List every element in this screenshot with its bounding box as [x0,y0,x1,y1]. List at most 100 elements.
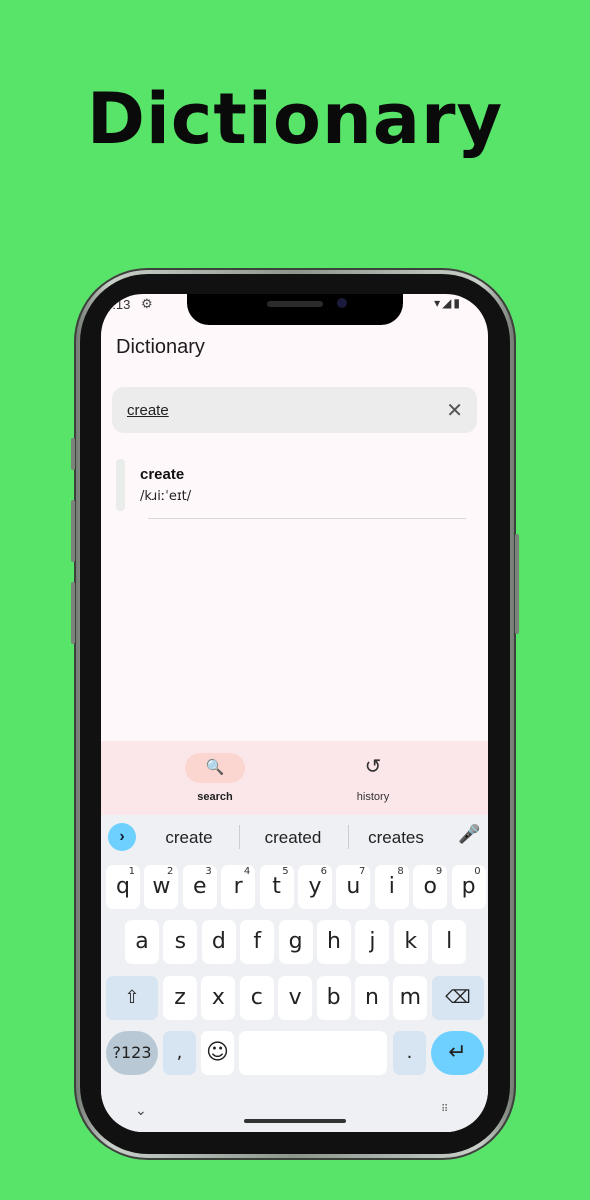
nav-label-search: search [197,791,233,803]
key-label: i [388,874,395,899]
search-input[interactable]: create ✕ [112,387,477,433]
key-hint: 3 [205,866,212,877]
history-icon: ↺ [364,756,382,778]
suggestion-chip[interactable]: created [243,828,343,848]
key-x[interactable]: x [201,976,236,1020]
chevron-right-icon[interactable]: › [108,823,136,851]
key-s[interactable]: s [163,920,198,964]
microphone-icon[interactable]: 🎤 [458,824,480,845]
keyboard-switch-icon[interactable]: ⠿ [441,1104,448,1115]
symbols-key[interactable]: ?123 [106,1031,158,1075]
promo-title: Dictionary [86,78,504,160]
chevron-down-icon[interactable]: ⌄ [135,1102,147,1119]
key-t[interactable]: t5 [259,865,294,909]
divider [148,518,466,519]
comma-key[interactable]: , [163,1031,196,1075]
status-time: 3:13 [105,297,131,312]
key-hint: 1 [128,866,135,877]
close-icon[interactable]: ✕ [446,398,463,423]
emoji-icon: ☺ [206,1040,229,1065]
phone-power-button [515,534,519,634]
key-l[interactable]: l [432,920,467,964]
key-a[interactable]: a [125,920,159,964]
enter-icon: ↵ [448,1040,467,1065]
key-label: m [399,985,422,1010]
front-camera-icon [337,298,347,308]
key-label: c [250,985,263,1010]
key-label: k [404,929,418,954]
phone-side-button [71,582,75,644]
key-n[interactable]: n [355,976,389,1020]
key-label: v [288,985,302,1010]
status-icons: ▾◢▮ [434,296,462,310]
key-hint: 5 [282,866,289,877]
notch [187,294,403,325]
suggestion-chip[interactable]: creates [346,828,446,848]
backspace-icon: ⌫ [445,987,471,1008]
key-y[interactable]: y6 [298,865,332,909]
key-o[interactable]: o9 [413,865,448,909]
nav-item-history[interactable]: ↺ history [313,741,433,815]
key-j[interactable]: j [355,920,390,964]
bottom-navigation: 🔍 search ↺ history [101,741,488,815]
key-hint: 8 [397,866,404,877]
key-m[interactable]: m [393,976,428,1020]
speaker-grille [267,301,323,307]
result-word[interactable]: create [140,466,184,483]
key-hint: 9 [435,866,443,877]
key-e[interactable]: e3 [182,865,217,909]
space-key[interactable] [239,1031,387,1075]
key-label: j [369,929,376,954]
nav-item-search[interactable]: 🔍 search [155,741,275,815]
soft-keyboard: › create created creates 🎤 q1w2e3r4t5y6u… [101,815,488,1132]
key-hint: 7 [359,866,366,877]
key-c[interactable]: c [239,976,274,1020]
enter-key[interactable]: ↵ [431,1031,484,1075]
phone-side-button [71,500,75,562]
key-label: r [233,874,243,899]
key-label: s [174,929,187,954]
result-phonetic: /kɹiːˈeɪt/ [140,489,192,504]
key-i[interactable]: i8 [374,865,409,909]
key-h[interactable]: h [317,920,351,964]
shift-key[interactable]: ⇧ [106,976,158,1020]
key-u[interactable]: u7 [336,865,371,909]
key-label: a [135,929,149,954]
key-z[interactable]: z [163,976,197,1020]
key-f[interactable]: f [240,920,275,964]
key-label: h [327,929,341,954]
key-d[interactable]: d [201,920,236,964]
key-r[interactable]: r4 [221,865,256,909]
key-label: d [211,929,226,954]
key-p[interactable]: p0 [451,865,486,909]
key-label: n [365,985,379,1010]
key-g[interactable]: g [278,920,313,964]
app-title: Dictionary [116,336,205,358]
backspace-key[interactable]: ⌫ [432,976,484,1020]
key-label: b [326,985,341,1010]
list-item[interactable]: create /kɹiːˈeɪt/ [116,459,466,519]
key-label: l [446,929,453,954]
key-hint: 4 [243,866,251,877]
key-label: z [174,985,186,1010]
period-key[interactable]: . [393,1031,426,1075]
key-b[interactable]: b [316,976,351,1020]
phone-screen: 3:13 ⚙ ▾◢▮ Dictionary create ✕ create /k… [101,294,488,1132]
key-v[interactable]: v [278,976,313,1020]
key-label: t [272,874,281,899]
key-hint: 6 [320,866,327,877]
search-input-value[interactable]: create [127,402,169,419]
key-label: x [211,985,225,1010]
search-icon: 🔍 [205,759,225,776]
emoji-key[interactable]: ☺ [201,1031,234,1075]
suggestion-chip[interactable]: create [139,828,239,848]
key-q[interactable]: q1 [106,865,140,909]
key-hint: 2 [167,866,174,877]
key-w[interactable]: w2 [144,865,179,909]
home-indicator[interactable] [244,1119,346,1123]
key-k[interactable]: k [393,920,428,964]
key-hint: 0 [474,866,481,877]
key-label: y [308,874,322,899]
divider [239,825,240,849]
phone-side-button [71,438,75,470]
